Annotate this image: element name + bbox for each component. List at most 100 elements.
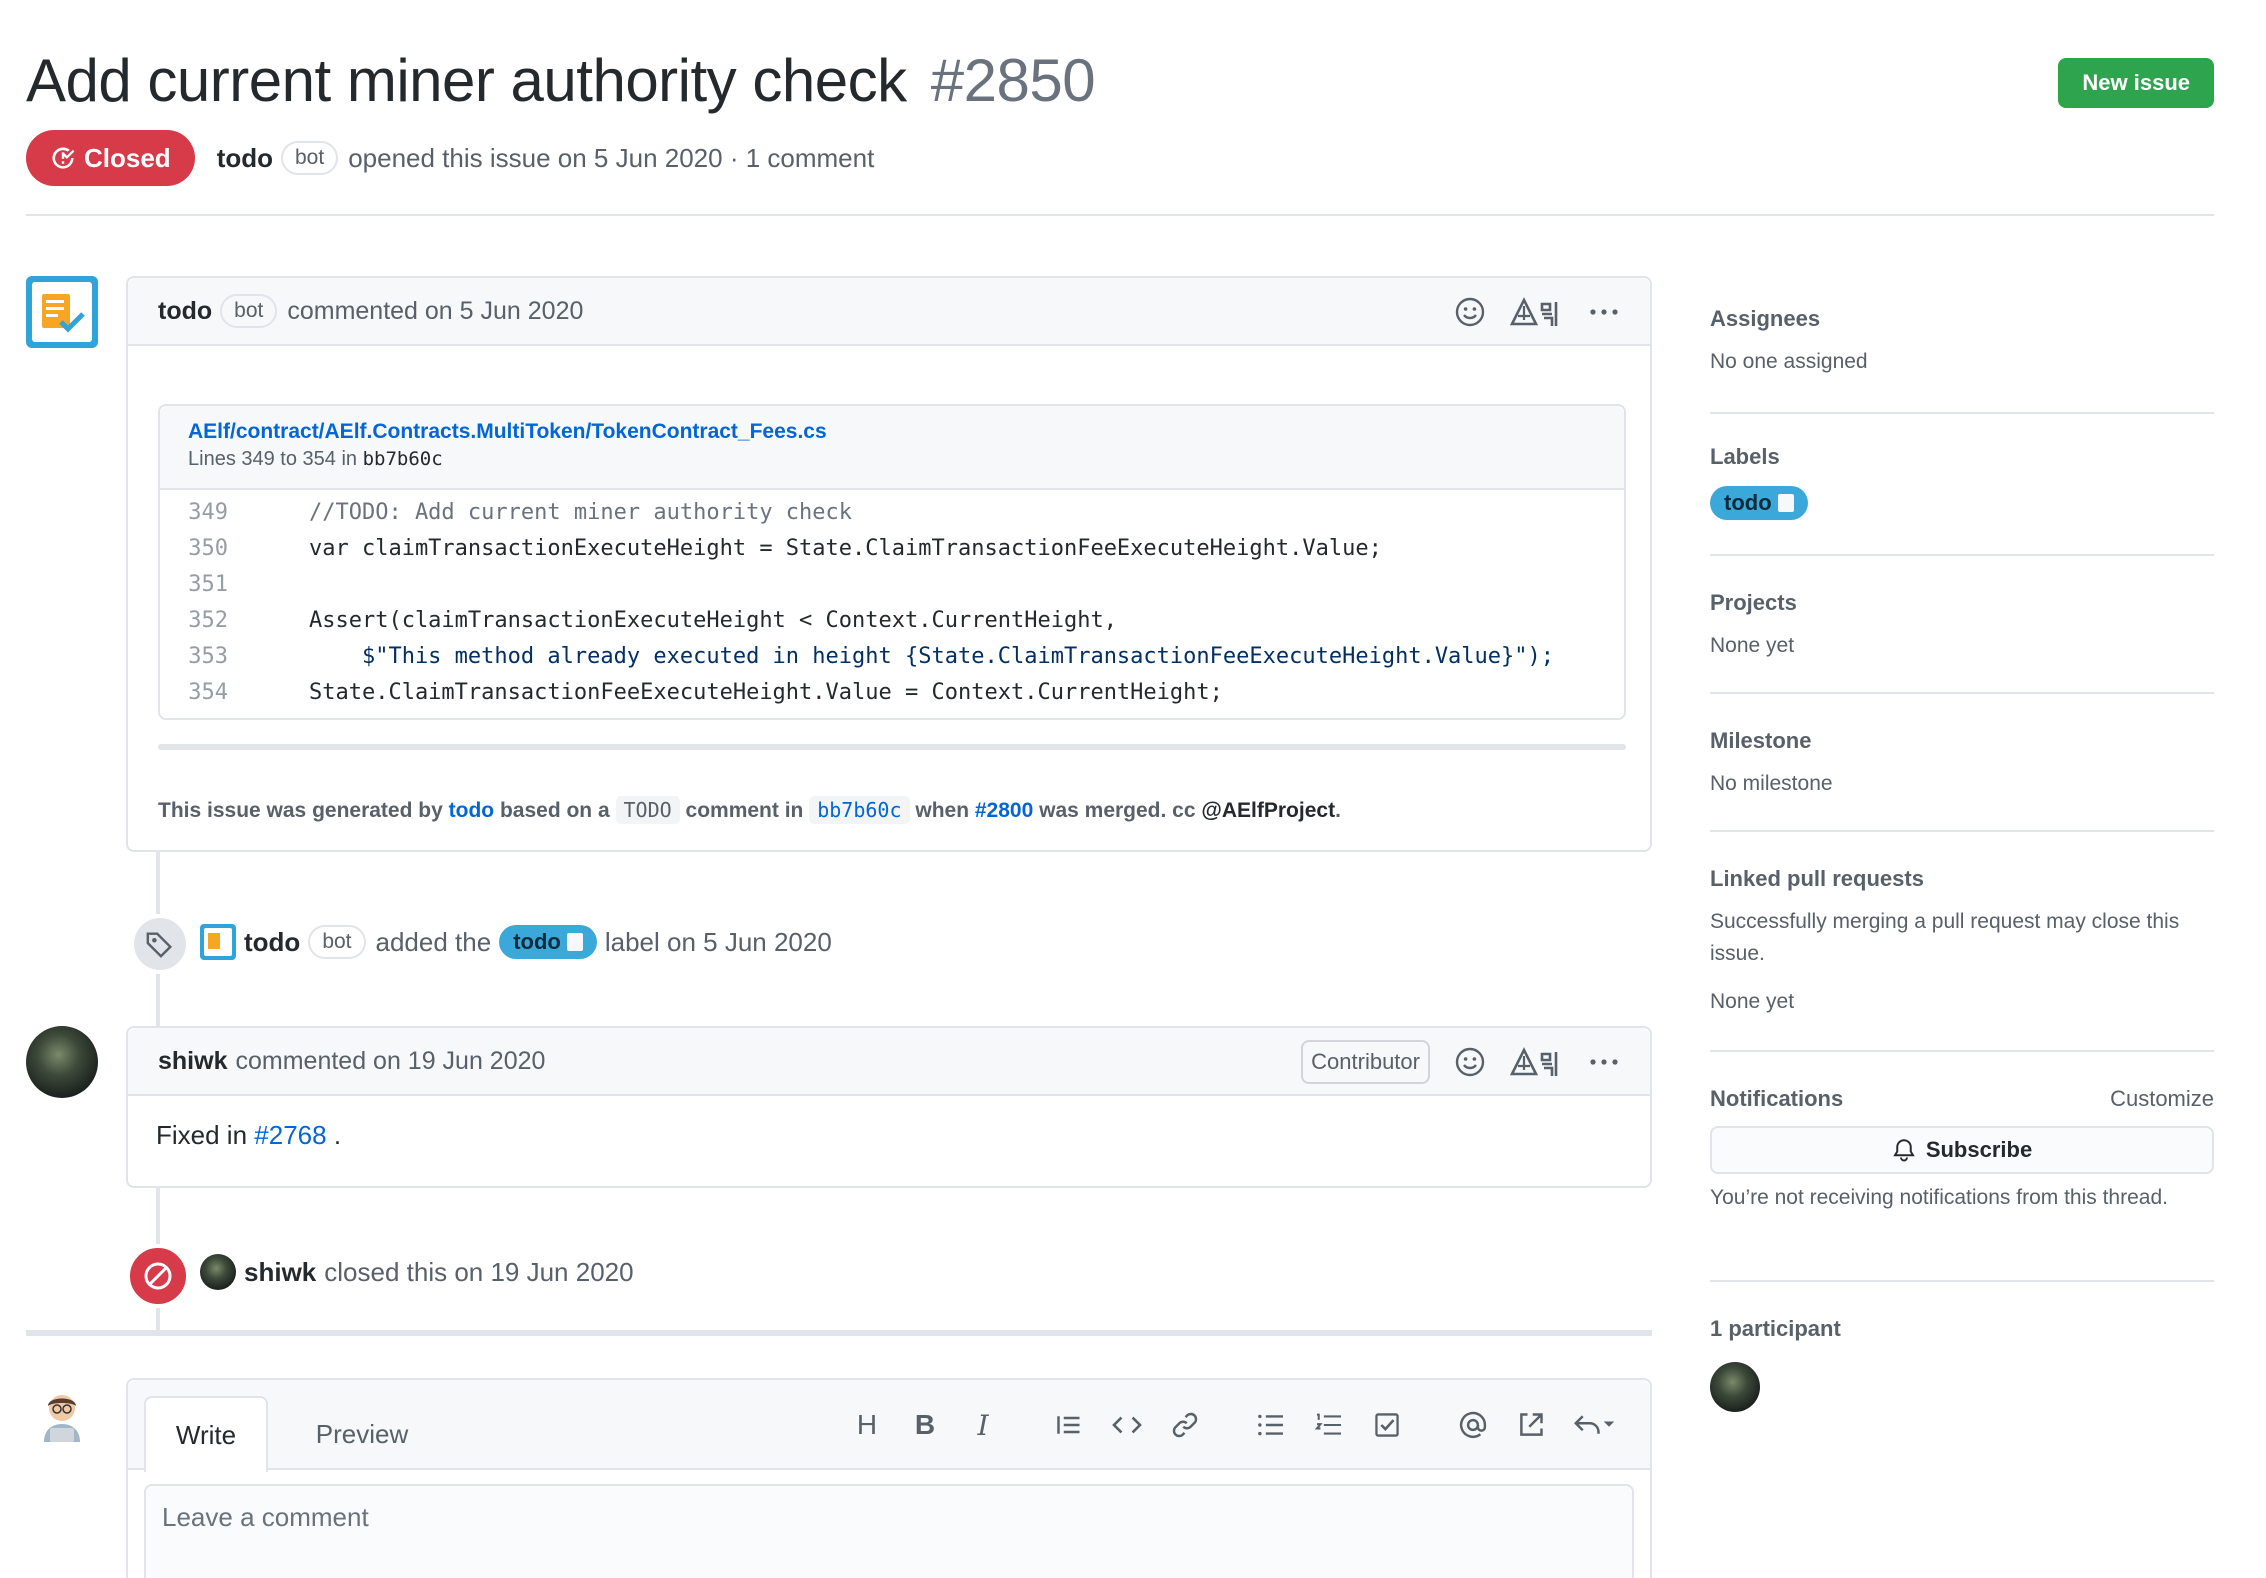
translate-icon[interactable] [1510, 296, 1564, 328]
line-number[interactable]: 350 [160, 536, 256, 561]
comment-textarea[interactable] [144, 1484, 1634, 1578]
line-number[interactable]: 353 [160, 644, 256, 669]
todo-label[interactable]: todo [1710, 486, 1808, 520]
todo-app-link[interactable]: todo [449, 799, 494, 822]
todo-label[interactable]: todo [499, 925, 597, 959]
comment-actions [1454, 278, 1620, 346]
timeline-end-divider [26, 1330, 1652, 1336]
quote-icon[interactable] [1040, 1403, 1098, 1447]
add-reaction-icon[interactable] [1454, 1046, 1486, 1078]
add-reaction-icon[interactable] [1454, 296, 1486, 328]
shiwk-small-avatar[interactable] [200, 1254, 236, 1290]
event-actor-link[interactable]: todo [244, 927, 300, 958]
sidebar-assignees[interactable]: Assignees No one assigned [1710, 270, 2214, 414]
sidebar-projects[interactable]: Projects None yet [1710, 556, 2214, 694]
label-added-event: todo bot added the todo label on 5 Jun 2… [200, 920, 832, 964]
issue-author-link[interactable]: todo [217, 143, 273, 174]
code-commit-link[interactable]: bb7b60c [363, 448, 443, 470]
current-user-avatar[interactable] [34, 1388, 90, 1444]
note-text: This issue was generated by [158, 799, 443, 822]
code-line: 350 var claimTransactionExecuteHeight = … [160, 530, 1624, 566]
closed-event: shiwk closed this on 19 Jun 2020 [200, 1250, 634, 1294]
comment-header: shiwk commented on 19 Jun 2020 Contribut… [128, 1028, 1650, 1096]
linked-prs-value: None yet [1710, 990, 1795, 1013]
code-lines-info: Lines 349 to 354 in bb7b60c [188, 448, 1596, 471]
code-text: State.ClaimTransactionFeeExecuteHeight.V… [256, 679, 1223, 705]
sidebar-milestone[interactable]: Milestone No milestone [1710, 694, 2214, 832]
commit-link[interactable]: bb7b60c [809, 796, 910, 824]
shiwk-avatar[interactable] [26, 1026, 98, 1098]
tab-write[interactable]: Write [144, 1396, 268, 1472]
labels-list: todo [1710, 486, 2214, 520]
sidebar-title: Linked pull requests [1710, 866, 1924, 891]
italic-icon[interactable]: I [954, 1403, 1012, 1447]
issue-state-label: Closed [84, 142, 171, 173]
label-name: todo [1724, 490, 1772, 515]
line-number[interactable]: 349 [160, 500, 256, 525]
issue-title: Add current miner authority check #2850 [26, 46, 1096, 115]
sidebar-title: Labels [1710, 444, 1780, 469]
projects-value: None yet [1710, 634, 1795, 657]
todo-bot-small-avatar[interactable] [200, 924, 236, 960]
closed-circle-icon [126, 1244, 190, 1308]
numbered-list-icon[interactable] [1300, 1403, 1358, 1447]
participant-avatar[interactable] [1710, 1362, 1760, 1412]
comment-author-bot-badge: bot [220, 294, 278, 328]
comment-body-text: Fixed in [156, 1120, 248, 1150]
subscribe-button[interactable]: Subscribe [1710, 1126, 2214, 1174]
issue-meta: opened this issue on 5 Jun 2020 · 1 comm… [348, 142, 875, 173]
code-body: 349 //TODO: Add current miner authority … [160, 490, 1624, 718]
bullet-list-icon[interactable] [1242, 1403, 1300, 1447]
link-icon[interactable] [1156, 1403, 1214, 1447]
comment-actions: Contributor [1301, 1028, 1620, 1096]
issue-number: #2850 [930, 47, 1096, 114]
todo-bot-avatar[interactable] [26, 276, 98, 348]
notifications-description: You’re not receiving notifications from … [1710, 1186, 2168, 1209]
sidebar-participants: 1 participant [1710, 1282, 2214, 1412]
comment-timestamp[interactable]: commented on 5 Jun 2020 [287, 297, 583, 326]
mention-icon[interactable] [1444, 1403, 1502, 1447]
fix-pr-link[interactable]: #2768 [254, 1120, 326, 1150]
author-bot-badge: bot [281, 141, 339, 175]
comment-author-link[interactable]: shiwk [158, 1047, 227, 1076]
tab-preview[interactable]: Preview [292, 1396, 432, 1472]
code-text: //TODO: Add current miner authority chec… [256, 499, 853, 525]
new-issue-button[interactable]: New issue [2058, 58, 2214, 108]
translate-icon[interactable] [1510, 1046, 1564, 1078]
line-number[interactable]: 352 [160, 608, 256, 633]
issue-title-text: Add current miner authority check [26, 47, 907, 114]
editor-header: Write Preview H B I [128, 1380, 1650, 1472]
mention-link[interactable]: @AElfProject [1201, 799, 1335, 822]
sidebar-labels[interactable]: Labels todo [1710, 414, 2214, 556]
code-icon[interactable] [1098, 1403, 1156, 1447]
sidebar-title: 1 participant [1710, 1316, 1841, 1341]
more-options-icon[interactable] [1588, 1046, 1620, 1078]
todo-code-pill: TODO [615, 796, 680, 824]
line-number[interactable]: 351 [160, 572, 256, 597]
reply-icon[interactable] [1560, 1403, 1630, 1447]
line-number[interactable]: 354 [160, 680, 256, 705]
task-list-icon[interactable] [1358, 1403, 1416, 1447]
pull-request-link[interactable]: #2800 [975, 799, 1033, 822]
code-text: Assert(claimTransactionExecuteHeight < C… [256, 607, 1117, 633]
note-text: . [1335, 799, 1341, 822]
contributor-badge: Contributor [1301, 1040, 1430, 1084]
issue-header: Add current miner authority check #2850 … [26, 40, 2214, 216]
heading-icon[interactable]: H [838, 1403, 896, 1447]
sidebar-title: Assignees [1710, 306, 1821, 331]
issue-closed-icon [52, 147, 75, 169]
customize-notifications-link[interactable]: Customize [2110, 1086, 2214, 1112]
comment-body-text: . [326, 1120, 342, 1150]
bold-icon[interactable]: B [896, 1403, 954, 1447]
tag-icon [130, 914, 190, 974]
sidebar-linked-prs[interactable]: Linked pull requests Successfully mergin… [1710, 832, 2214, 1052]
comment-author-link[interactable]: todo [158, 297, 212, 326]
markdown-toolbar: H B I [838, 1380, 1630, 1470]
comment-editor: Write Preview H B I [126, 1378, 1652, 1578]
reference-icon[interactable] [1502, 1403, 1560, 1447]
bell-icon [1893, 1139, 1915, 1162]
more-options-icon[interactable] [1588, 296, 1620, 328]
event-actor-link[interactable]: shiwk [244, 1257, 316, 1288]
comment-timestamp[interactable]: commented on 19 Jun 2020 [235, 1047, 545, 1076]
code-file-link[interactable]: AElf/contract/AElf.Contracts.MultiToken/… [188, 420, 1596, 444]
